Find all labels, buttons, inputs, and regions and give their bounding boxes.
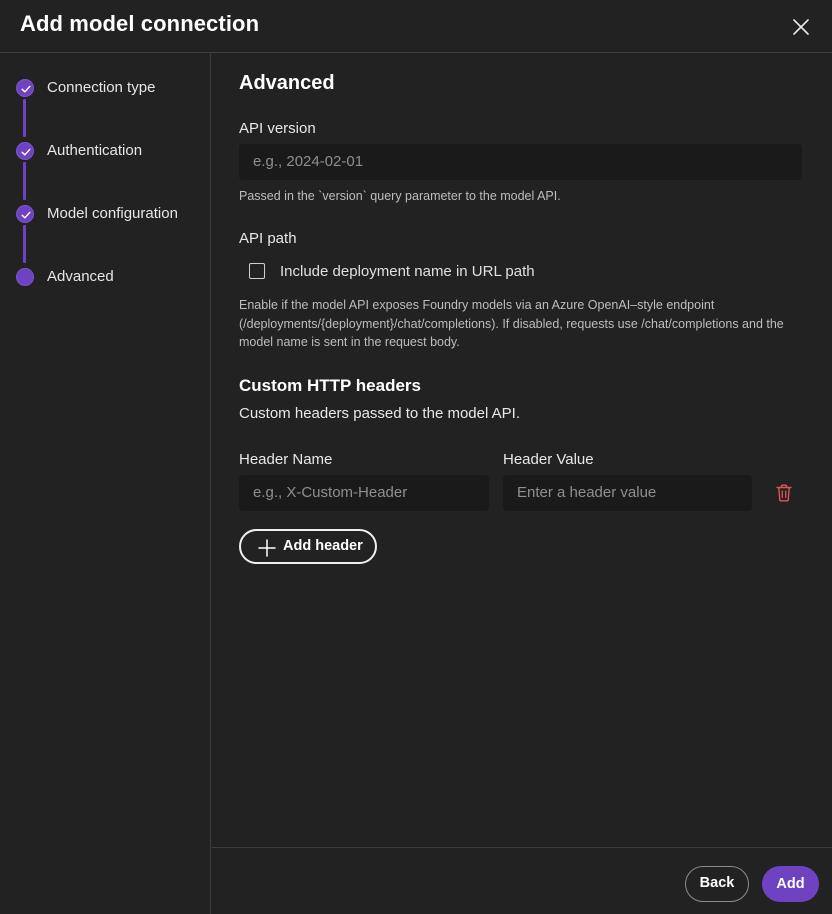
- step-label: Connection type: [47, 79, 156, 96]
- back-button[interactable]: Back: [685, 866, 749, 902]
- trash-icon: [776, 484, 792, 502]
- api-version-input[interactable]: [239, 144, 802, 180]
- api-path-label: API path: [239, 230, 297, 247]
- step-label: Authentication: [47, 142, 143, 159]
- include-deployment-checkbox[interactable]: [249, 263, 265, 279]
- step-completed-indicator: [16, 205, 34, 223]
- step-label: Advanced: [47, 268, 114, 285]
- wizard-steps: Connection type Authentication Model con…: [0, 53, 211, 914]
- api-path-help: Enable if the model API exposes Foundry …: [239, 298, 784, 349]
- include-deployment-label[interactable]: Include deployment name in URL path: [280, 263, 535, 280]
- custom-headers-description: Custom headers passed to the model API.: [239, 405, 520, 422]
- plus-icon: [258, 539, 276, 557]
- add-button[interactable]: Add: [762, 866, 819, 902]
- step-completed-indicator: [16, 142, 34, 160]
- step-connector: [23, 99, 26, 137]
- header-value-label: Header Value: [503, 451, 594, 468]
- step-label: Model configuration: [47, 205, 178, 222]
- dialog-header: Add model connection: [0, 0, 832, 53]
- check-icon: [21, 148, 31, 156]
- section-title: Advanced: [239, 72, 335, 94]
- check-icon: [21, 85, 31, 93]
- advanced-panel: Advanced API version Passed in the `vers…: [212, 53, 832, 847]
- add-model-connection-dialog: Add model connection Connection type Aut…: [0, 0, 832, 914]
- add-header-label: Add header: [283, 538, 363, 554]
- api-version-label: API version: [239, 120, 316, 137]
- dialog-footer: Back Add: [212, 847, 832, 914]
- step-current-indicator: [16, 268, 34, 286]
- delete-header-button[interactable]: [773, 482, 795, 504]
- add-header-button[interactable]: Add header: [239, 529, 377, 564]
- check-icon: [21, 211, 31, 219]
- close-icon: [793, 19, 809, 35]
- dialog-title: Add model connection: [20, 11, 260, 36]
- step-connector: [23, 162, 26, 200]
- api-version-help: Passed in the `version` query parameter …: [239, 189, 561, 203]
- step-connector: [23, 225, 26, 263]
- header-name-input[interactable]: [239, 475, 489, 511]
- custom-headers-title: Custom HTTP headers: [239, 376, 422, 395]
- close-button[interactable]: [786, 12, 816, 42]
- header-value-input[interactable]: [503, 475, 752, 511]
- step-completed-indicator: [16, 79, 34, 97]
- header-name-label: Header Name: [239, 451, 333, 468]
